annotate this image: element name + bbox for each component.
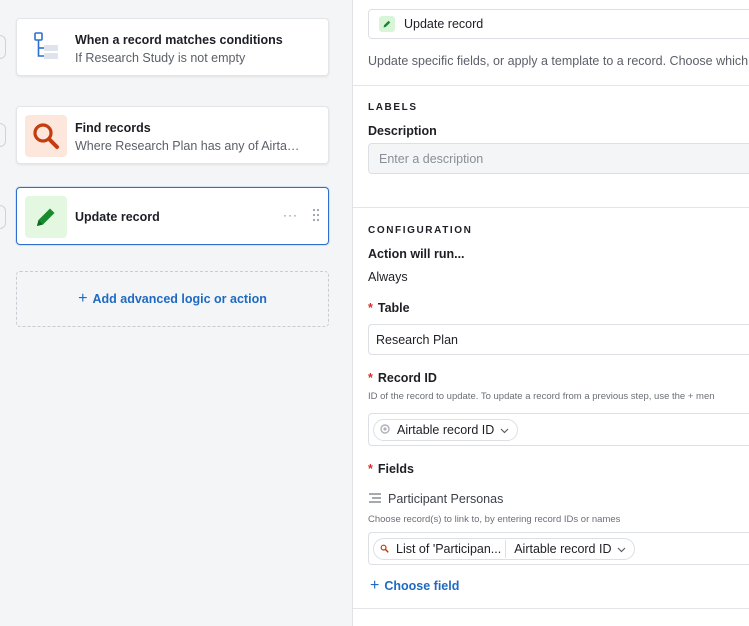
configuration-heading: CONFIGURATION (368, 225, 473, 236)
trigger-step-card[interactable]: When a record matches conditions If Rese… (16, 18, 329, 76)
linked-record-icon (369, 492, 381, 506)
more-options-icon[interactable]: ··· (283, 208, 298, 222)
action-config-panel: Update record Update specific fields, or… (352, 0, 749, 626)
plus-icon: + (78, 290, 88, 307)
update-record-step-card[interactable]: Update record ··· (16, 187, 329, 245)
record-id-token-icon (380, 423, 390, 437)
connector-handle[interactable] (0, 123, 6, 147)
search-icon (380, 542, 389, 556)
pencil-icon (379, 16, 395, 32)
pencil-icon (25, 196, 67, 238)
field-value-token[interactable]: List of 'Participan... Airtable record I… (373, 537, 636, 560)
trigger-step-title: When a record matches conditions (75, 33, 283, 47)
connector-handle[interactable] (0, 205, 6, 229)
find-records-step-card[interactable]: Find records Where Research Plan has any… (16, 106, 329, 164)
chevron-down-icon (617, 542, 626, 556)
field-name: Participant Personas (388, 492, 504, 506)
description-label: Description (368, 124, 437, 138)
record-id-input[interactable]: Airtable record ID (368, 413, 749, 446)
fields-label: * Fields (368, 462, 414, 476)
field-token-id-label: Airtable record ID (514, 541, 612, 556)
divider (353, 207, 749, 208)
divider (505, 539, 507, 558)
choose-field-label: Choose field (384, 579, 460, 593)
trigger-step-subtitle: If Research Study is not empty (75, 51, 246, 65)
action-will-run-value[interactable]: Always (368, 270, 408, 284)
connector-handle[interactable] (0, 35, 6, 59)
labels-heading: LABELS (368, 102, 418, 113)
field-value-input[interactable]: List of 'Participan... Airtable record I… (368, 532, 749, 565)
update-record-step-title: Update record (75, 210, 160, 224)
find-records-step-title: Find records (75, 121, 151, 135)
find-records-step-subtitle: Where Research Plan has any of Airta… (75, 139, 300, 153)
trigger-tree-icon (25, 27, 67, 69)
add-advanced-logic-button[interactable]: + Add advanced logic or action (16, 271, 329, 327)
action-type-select[interactable]: Update record (368, 9, 749, 39)
choose-field-button[interactable]: + Choose field (370, 578, 459, 594)
table-label: * Table (368, 301, 410, 315)
action-will-run-label: Action will run... (368, 247, 465, 261)
action-type-value: Update record (404, 17, 484, 31)
record-id-token-label: Airtable record ID (397, 422, 495, 437)
divider (353, 85, 749, 86)
description-input[interactable]: Enter a description (368, 143, 749, 174)
table-select[interactable]: Research Plan (368, 324, 749, 355)
automation-canvas: When a record matches conditions If Rese… (0, 0, 352, 626)
divider (353, 608, 749, 609)
field-token-list-label: List of 'Participan... (396, 541, 502, 556)
chevron-down-icon (500, 423, 509, 437)
search-icon (25, 115, 67, 157)
record-id-token[interactable]: Airtable record ID (373, 418, 519, 441)
action-description: Update specific fields, or apply a templ… (368, 54, 749, 68)
record-id-help: ID of the record to update. To update a … (368, 391, 715, 402)
add-advanced-logic-label: Add advanced logic or action (92, 292, 267, 306)
record-id-label: * Record ID (368, 371, 437, 385)
field-row-participant-personas: Participant Personas (369, 492, 503, 506)
plus-icon: + (370, 577, 380, 594)
field-help: Choose record(s) to link to, by entering… (368, 514, 621, 525)
drag-handle-icon[interactable] (312, 208, 320, 225)
